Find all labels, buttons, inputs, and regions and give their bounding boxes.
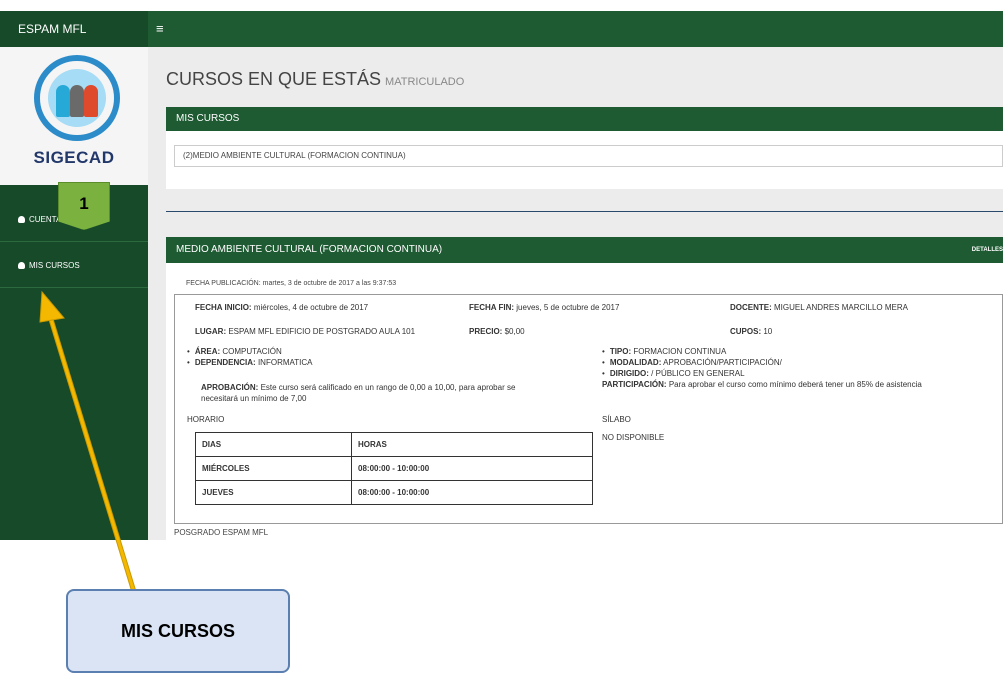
sidebar-item-label: CUENTA [29, 215, 62, 224]
table-cell: 08:00:00 - 10:00:00 [351, 480, 593, 505]
mis-cursos-panel: MIS CURSOS (2)MEDIO AMBIENTE CULTURAL (F… [166, 107, 1003, 189]
participacion: PARTICIPACIÓN: Para aprobar el curso com… [602, 380, 922, 389]
fecha-fin: FECHA FIN: jueves, 5 de octubre de 2017 [469, 303, 620, 312]
sigecad-logo: SIGECAD [0, 47, 148, 185]
schedule-table: DIAS HORAS MIÉRCOLES 08:00:00 - 10:00:00… [195, 432, 593, 505]
person-icon [56, 85, 70, 117]
user-icon [18, 262, 25, 270]
lugar: LUGAR: ESPAM MFL EDIFICIO DE POSTGRADO A… [195, 327, 416, 336]
sidebar: SIGECAD CUENTA MIS CURSOS [0, 47, 148, 540]
modalidad: MODALIDAD: APROBACIÓN/PARTICIPACIÓN/ [602, 358, 782, 367]
horario-label: HORARIO [187, 415, 225, 424]
course-detail-panel: MEDIO AMBIENTE CULTURAL (FORMACION CONTI… [166, 237, 1003, 540]
main-content: CURSOS EN QUE ESTÁS MATRICULADO MIS CURSO… [148, 47, 1003, 540]
silabo-label: SÍLABO [602, 415, 631, 424]
publication-date: FECHA PUBLICACIÓN: martes, 3 de octubre … [186, 280, 397, 287]
brand-name[interactable]: ESPAM MFL [0, 11, 148, 47]
area: ÁREA: COMPUTACIÓN [187, 347, 282, 356]
fecha-inicio: FECHA INICIO: miércoles, 4 de octubre de… [195, 303, 369, 312]
user-icon [18, 216, 25, 224]
table-cell: 08:00:00 - 10:00:00 [351, 456, 593, 481]
table-header: HORAS [351, 432, 593, 457]
footer-text: POSGRADO ESPAM MFL [174, 528, 269, 537]
table-cell: JUEVES [195, 480, 352, 505]
divider [166, 211, 1003, 212]
dirigido: DIRIGIDO: / PÚBLICO EN GENERAL [602, 369, 745, 378]
tipo: TIPO: FORMACION CONTINUA [602, 347, 726, 356]
hamburger-menu-icon[interactable]: ≡ [156, 11, 164, 47]
course-details: FECHA INICIO: miércoles, 4 de octubre de… [174, 294, 1003, 524]
precio: PRECIO: $0,00 [469, 327, 525, 336]
detalles-link[interactable]: DETALLES [972, 237, 1003, 263]
dependencia: DEPENDENCIA: INFORMATICA [187, 358, 313, 367]
page-subtitle: MATRICULADO [385, 76, 465, 88]
top-navbar: ESPAM MFL ≡ [0, 11, 1003, 47]
course-select[interactable]: (2)MEDIO AMBIENTE CULTURAL (FORMACION CO… [174, 145, 1003, 167]
logo-text: SIGECAD [33, 148, 115, 167]
docente: DOCENTE: MIGUEL ANDRES MARCILLO MERA [730, 303, 908, 312]
cupos: CUPOS: 10 [730, 327, 773, 336]
sidebar-item-label: MIS CURSOS [29, 261, 80, 270]
table-header-row: DIAS HORAS [195, 432, 593, 457]
table-header: DIAS [195, 432, 352, 457]
aprobacion-line-2: necesitará un mínimo de 7,00 [201, 394, 307, 403]
page-title: CURSOS EN QUE ESTÁS MATRICULADO [166, 69, 465, 89]
logo-ring-icon [34, 55, 120, 141]
sidebar-item-mis-cursos[interactable]: MIS CURSOS [0, 244, 148, 288]
table-row: MIÉRCOLES 08:00:00 - 10:00:00 [195, 456, 593, 481]
mis-cursos-header: MIS CURSOS [166, 107, 1003, 131]
aprobacion: APROBACIÓN: Este curso será calificado e… [201, 383, 516, 392]
table-cell: MIÉRCOLES [195, 456, 352, 481]
callout-label: MIS CURSOS [66, 589, 290, 673]
silabo-value: NO DISPONIBLE [602, 433, 665, 442]
table-row: JUEVES 08:00:00 - 10:00:00 [195, 480, 593, 505]
course-header: MEDIO AMBIENTE CULTURAL (FORMACION CONTI… [166, 237, 1003, 263]
person-icon [70, 85, 84, 117]
step-number-badge: 1 [58, 182, 110, 230]
person-icon [84, 85, 98, 117]
